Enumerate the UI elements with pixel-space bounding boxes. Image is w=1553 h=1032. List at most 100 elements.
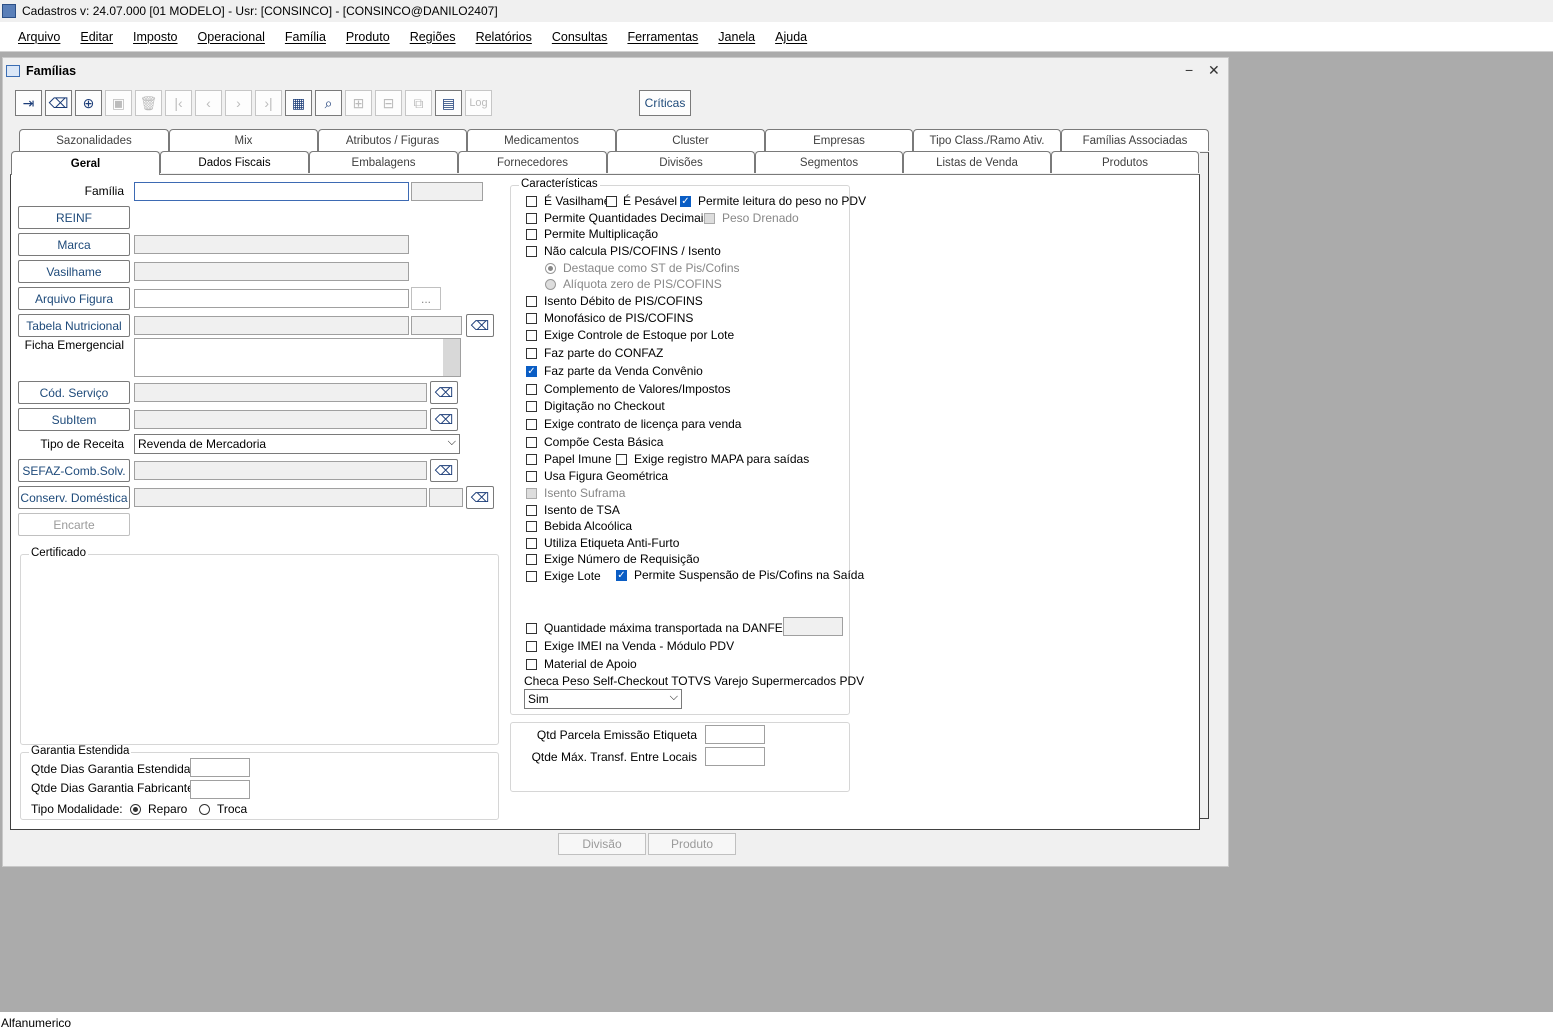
menu-ferramentas[interactable]: Ferramentas	[627, 30, 698, 44]
divisao-button[interactable]: Divisão	[558, 833, 646, 855]
cod-servico-button[interactable]: Cód. Serviço	[18, 381, 130, 404]
tab-medicamentos[interactable]: Medicamentos	[467, 129, 616, 151]
menu-operacional[interactable]: Operacional	[198, 30, 265, 44]
tabela-nutricional-code[interactable]	[411, 316, 462, 335]
eraser-icon[interactable]: ⌫	[430, 459, 458, 482]
menu-familia[interactable]: Família	[285, 30, 326, 44]
subitem-button[interactable]: SubItem	[18, 408, 130, 431]
first-record-icon[interactable]: |‹	[165, 90, 192, 116]
eraser-icon[interactable]: ⌫	[466, 486, 494, 509]
reparo-radio[interactable]: Reparo	[130, 802, 187, 816]
cod-servico-input[interactable]	[134, 383, 427, 402]
minimize-button[interactable]: −	[1185, 62, 1193, 78]
menu-janela[interactable]: Janela	[718, 30, 755, 44]
cesta-basica-checkbox[interactable]: Compõe Cesta Básica	[526, 435, 663, 449]
qtd-decimais-checkbox[interactable]: Permite Quantidades Decimais	[526, 211, 709, 225]
sefaz-input[interactable]	[134, 461, 427, 480]
tab-empresas[interactable]: Empresas	[765, 129, 913, 151]
material-apoio-checkbox[interactable]: Material de Apoio	[526, 657, 637, 671]
familia-input[interactable]	[134, 182, 409, 201]
tabela-nutricional-input[interactable]	[134, 316, 409, 335]
conserv-domestica-button[interactable]: Conserv. Doméstica	[18, 486, 130, 509]
criticas-button[interactable]: Críticas	[639, 90, 691, 116]
close-button[interactable]: ✕	[1208, 62, 1220, 79]
qtd-max-danfe-checkbox[interactable]: Quantidade máxima transportada na DANFE …	[526, 621, 811, 635]
checa-peso-select[interactable]: Sim ⌵	[524, 689, 682, 709]
menu-editar[interactable]: Editar	[80, 30, 113, 44]
destaque-radio[interactable]: Destaque como ST de Pis/Cofins	[545, 261, 740, 275]
tab-fornecedores[interactable]: Fornecedores	[458, 151, 607, 173]
tab-sazonalidades[interactable]: Sazonalidades	[19, 129, 169, 151]
bebida-alcoolica-checkbox[interactable]: Bebida Alcoólica	[526, 519, 632, 533]
monofasico-checkbox[interactable]: Monofásico de PIS/COFINS	[526, 311, 693, 325]
grid-icon[interactable]: ▦	[285, 90, 312, 116]
vasilhame-checkbox[interactable]: É Vasilhame	[526, 194, 610, 208]
complemento-checkbox[interactable]: Complemento de Valores/Impostos	[526, 382, 731, 396]
marca-button[interactable]: Marca	[18, 233, 130, 256]
eraser-icon[interactable]: ⌫	[430, 381, 458, 404]
delete-icon[interactable]: 🗑	[135, 90, 162, 116]
scrollbar[interactable]	[443, 339, 460, 376]
confaz-checkbox[interactable]: Faz parte do CONFAZ	[526, 346, 663, 360]
conserv-domestica-input[interactable]	[134, 488, 427, 507]
tab-familias-associadas[interactable]: Famílias Associadas	[1061, 129, 1209, 151]
tipo-receita-select[interactable]: Revenda de Mercadoria ⌵	[134, 434, 460, 454]
log-button[interactable]: Log	[465, 90, 492, 116]
permite-leitura-checkbox[interactable]: ✓ Permite leitura do peso no PDV	[680, 194, 866, 208]
copy-icon[interactable]: ⧉	[405, 90, 432, 116]
familia-code-input[interactable]	[411, 182, 483, 201]
qtde-dias-estendida-input[interactable]	[190, 758, 250, 777]
pesavel-checkbox[interactable]: É Pesável	[606, 194, 677, 208]
tab-listas-de-venda[interactable]: Listas de Venda	[903, 151, 1051, 173]
arquivo-figura-button[interactable]: Arquivo Figura	[18, 287, 130, 310]
exit-icon[interactable]: ⇥	[15, 90, 42, 116]
marca-input[interactable]	[134, 235, 409, 254]
ficha-emergencial-textarea[interactable]	[134, 338, 461, 377]
venda-convenio-checkbox[interactable]: ✓ Faz parte da Venda Convênio	[526, 364, 703, 378]
encarte-button[interactable]: Encarte	[18, 513, 130, 536]
troca-radio[interactable]: Troca	[199, 802, 247, 816]
aliquota-zero-radio[interactable]: Alíquota zero de PIS/COFINS	[545, 277, 722, 291]
qtd-max-danfe-input[interactable]	[783, 617, 843, 636]
sefaz-button[interactable]: SEFAZ-Comb.Solv.	[18, 459, 130, 482]
insert-row-icon[interactable]: ⊞	[345, 90, 372, 116]
menu-ajuda[interactable]: Ajuda	[775, 30, 807, 44]
figura-geometrica-checkbox[interactable]: Usa Figura Geométrica	[526, 469, 668, 483]
tab-divisoes[interactable]: Divisões	[607, 151, 755, 173]
etiqueta-antifurto-checkbox[interactable]: Utiliza Etiqueta Anti-Furto	[526, 536, 679, 550]
suspensao-checkbox[interactable]: ✓ Permite Suspensão de Pis/Cofins na Saíd…	[616, 568, 864, 582]
tab-produtos[interactable]: Produtos	[1051, 151, 1199, 173]
next-record-icon[interactable]: ›	[225, 90, 252, 116]
vasilhame-button[interactable]: Vasilhame	[18, 260, 130, 283]
exige-lote-checkbox[interactable]: Exige Lote	[526, 569, 601, 583]
imei-checkbox[interactable]: Exige IMEI na Venda - Módulo PDV	[526, 639, 734, 653]
controle-lote-checkbox[interactable]: Exige Controle de Estoque por Lote	[526, 328, 734, 342]
eraser-icon[interactable]: ⌫	[466, 314, 494, 337]
isento-suframa-checkbox[interactable]: Isento Suframa	[526, 486, 625, 500]
requisicao-checkbox[interactable]: Exige Número de Requisição	[526, 552, 699, 566]
qtd-parcela-input[interactable]	[705, 725, 765, 744]
peso-drenado-checkbox[interactable]: Peso Drenado	[704, 211, 799, 225]
arquivo-figura-input[interactable]	[134, 289, 409, 308]
eraser-icon[interactable]: ⌫	[45, 90, 72, 116]
subitem-input[interactable]	[134, 410, 427, 429]
remove-row-icon[interactable]: ⊟	[375, 90, 402, 116]
isento-debito-checkbox[interactable]: Isento Débito de PIS/COFINS	[526, 294, 703, 308]
tab-segmentos[interactable]: Segmentos	[755, 151, 903, 173]
multiplicacao-checkbox[interactable]: Permite Multiplicação	[526, 227, 658, 241]
qtde-dias-fabricante-input[interactable]	[190, 780, 250, 799]
contrato-checkbox[interactable]: Exige contrato de licença para venda	[526, 417, 741, 431]
last-record-icon[interactable]: ›|	[255, 90, 282, 116]
tab-mix[interactable]: Mix	[169, 129, 318, 151]
menu-relatorios[interactable]: Relatórios	[476, 30, 532, 44]
menu-consultas[interactable]: Consultas	[552, 30, 608, 44]
qtde-max-input[interactable]	[705, 747, 765, 766]
papel-imune-checkbox[interactable]: Papel Imune	[526, 452, 611, 466]
produto-button[interactable]: Produto	[648, 833, 736, 855]
tab-geral[interactable]: Geral	[11, 151, 160, 175]
tab-dados-fiscais[interactable]: Dados Fiscais	[160, 151, 309, 173]
search-icon[interactable]: ⌕	[315, 90, 342, 116]
previous-record-icon[interactable]: ‹	[195, 90, 222, 116]
menu-arquivo[interactable]: Arquivo	[18, 30, 60, 44]
nao-calcula-checkbox[interactable]: Não calcula PIS/COFINS / Isento	[526, 244, 721, 258]
